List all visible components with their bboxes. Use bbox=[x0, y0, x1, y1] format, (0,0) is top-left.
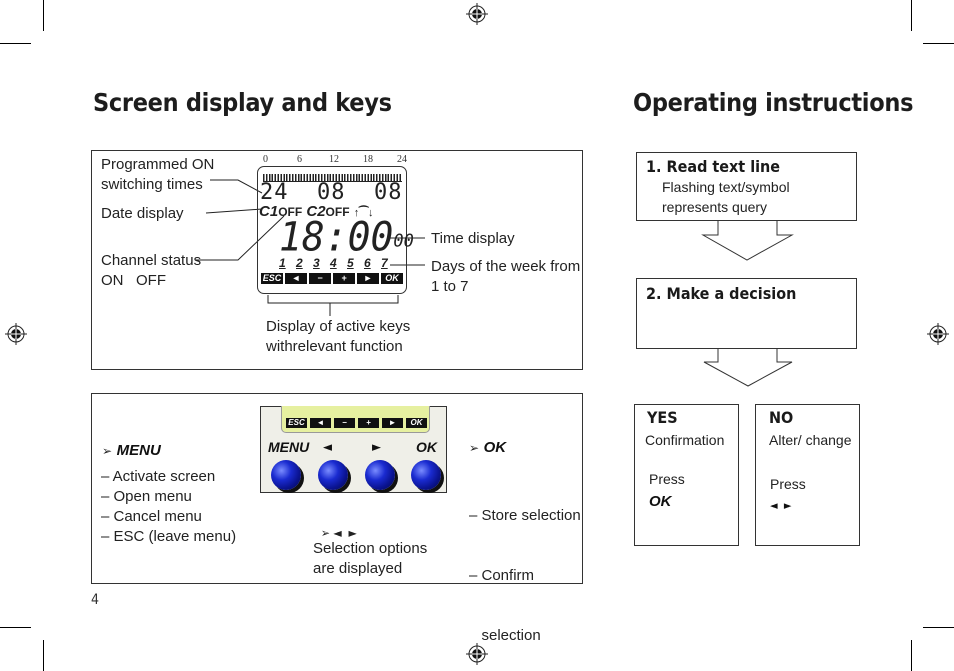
no-arrow-keys-icon: ◄ ► bbox=[770, 499, 792, 512]
no-title: NO bbox=[769, 408, 794, 427]
page-number: 4 bbox=[91, 592, 100, 608]
yes-press-label: Press bbox=[649, 471, 685, 487]
down-arrow-1 bbox=[701, 221, 794, 261]
yes-title: YES bbox=[647, 408, 678, 427]
flow-arrows bbox=[701, 221, 794, 387]
down-arrow-2 bbox=[703, 349, 793, 387]
no-press-label: Press bbox=[770, 476, 806, 492]
no-description: Alter/ change bbox=[769, 432, 852, 448]
yes-description: Confirmation bbox=[645, 432, 725, 448]
yes-ok-key: OK bbox=[649, 493, 672, 510]
